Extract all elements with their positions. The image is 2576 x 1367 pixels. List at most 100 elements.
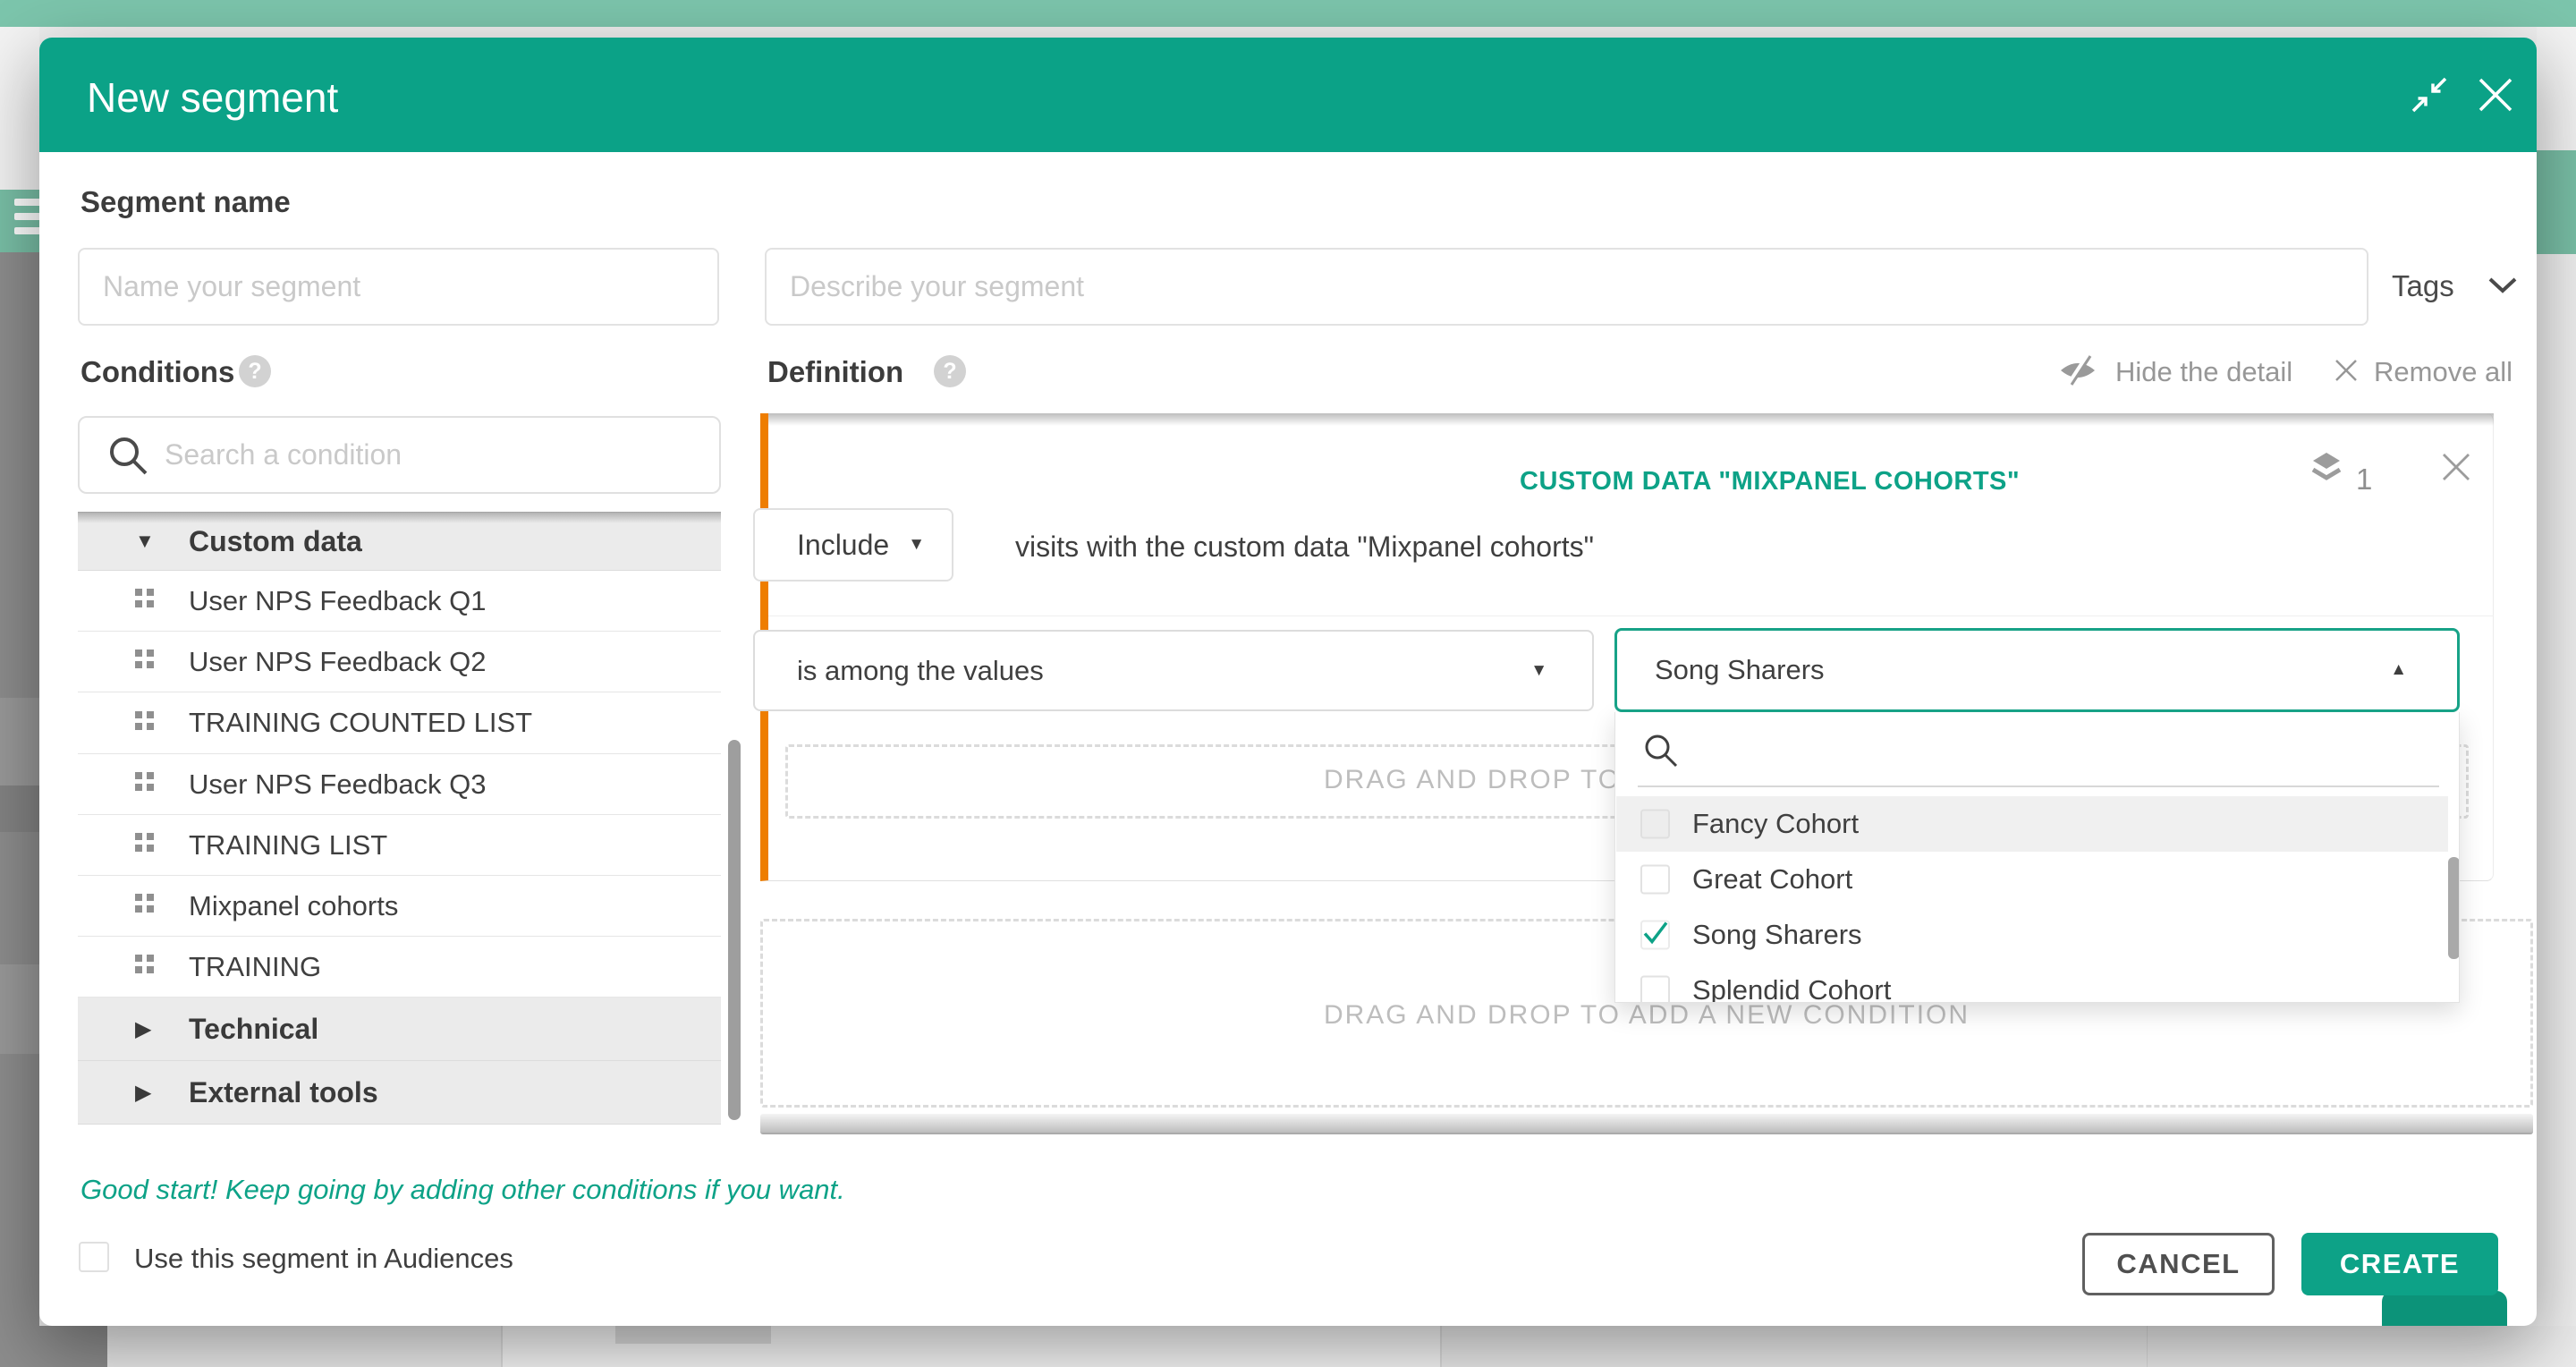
definition-title: Definition — [767, 355, 903, 389]
condition-search-box — [78, 416, 721, 494]
definition-help-icon[interactable]: ? — [934, 355, 966, 387]
triangle-down-icon: ▼ — [1530, 661, 1547, 681]
dialog-header: New segment — [39, 38, 2537, 152]
bg-bottom-dark-block — [39, 1326, 107, 1367]
new-segment-dialog: New segment Segment name Tags Conditions… — [39, 38, 2537, 1326]
condition-search-input[interactable] — [165, 420, 715, 490]
hide-detail-label: Hide the detail — [2115, 356, 2292, 388]
cohort-option[interactable]: Song Sharers — [1616, 907, 2448, 963]
bg-right-teal-band — [2537, 150, 2576, 254]
chevron-down-icon — [2487, 274, 2519, 300]
condition-item-label: TRAINING — [189, 951, 321, 983]
drag-handle-icon[interactable] — [135, 772, 155, 796]
group-label: Custom data — [189, 525, 362, 558]
drag-handle-icon[interactable] — [135, 833, 155, 857]
cohort-option-label: Fancy Cohort — [1692, 808, 1859, 840]
operator-label: is among the values — [797, 655, 1044, 687]
remove-all-x-icon — [2334, 359, 2358, 386]
condition-item[interactable]: User NPS Feedback Q3 — [78, 754, 721, 815]
eye-off-icon — [2058, 355, 2097, 390]
dropdown-search-divider — [1638, 785, 2439, 787]
drag-handle-icon[interactable] — [135, 711, 155, 735]
audiences-checkbox-label: Use this segment in Audiences — [134, 1243, 513, 1275]
include-dropdown[interactable]: Include ▼ — [753, 508, 953, 582]
search-icon — [1642, 732, 1680, 774]
cohort-option[interactable]: Fancy Cohort — [1616, 796, 2448, 852]
create-button-underlay — [2382, 1291, 2507, 1326]
conditions-title: Conditions — [80, 355, 234, 389]
condition-item[interactable]: Mixpanel cohorts — [78, 876, 721, 937]
bg-left-band-2 — [0, 785, 39, 832]
bg-left-band-1 — [0, 698, 39, 785]
group-technical[interactable]: ▶ Technical — [78, 998, 721, 1061]
condition-item[interactable]: TRAINING — [78, 937, 721, 998]
condition-item[interactable]: User NPS Feedback Q2 — [78, 632, 721, 692]
triangle-down-icon: ▼ — [135, 530, 155, 553]
remove-all-label: Remove all — [2374, 356, 2512, 388]
collapse-icon[interactable] — [2410, 75, 2449, 115]
condition-item[interactable]: User NPS Feedback Q1 — [78, 571, 721, 632]
hide-detail-button[interactable]: Hide the detail — [2058, 352, 2292, 392]
triangle-down-icon: ▼ — [908, 535, 925, 555]
condition-count-badge: 1 — [2356, 463, 2372, 497]
conditions-help-icon[interactable]: ? — [239, 355, 271, 387]
audiences-checkbox[interactable] — [79, 1242, 109, 1272]
segment-name-label: Segment name — [80, 185, 291, 219]
search-icon — [106, 434, 151, 483]
drag-handle-icon[interactable] — [135, 894, 155, 918]
group-label: Technical — [189, 1013, 318, 1046]
operator-select[interactable]: is among the values ▼ — [753, 630, 1594, 711]
bg-left-band-3 — [0, 964, 39, 1054]
card-close-icon[interactable] — [2440, 451, 2472, 483]
condition-item-label: User NPS Feedback Q3 — [189, 768, 487, 801]
create-button[interactable]: CREATE — [2301, 1233, 2498, 1295]
bg-bottom-tab — [615, 1326, 771, 1344]
bg-bottom-strip — [39, 1326, 2576, 1367]
checkbox-unchecked[interactable] — [1640, 976, 1670, 1004]
condition-item[interactable]: TRAINING LIST — [78, 815, 721, 876]
card-top-shadow — [768, 413, 2494, 426]
cohort-option-label: Splendid Cohort — [1692, 974, 1891, 1003]
bg-right-light-top — [2537, 27, 2576, 150]
bg-left-light — [0, 27, 39, 190]
card-title: CUSTOM DATA "MIXPANEL COHORTS" — [1520, 467, 2020, 497]
include-label: Include — [797, 529, 889, 562]
hint-text: Good start! Keep going by adding other c… — [80, 1174, 845, 1206]
tags-label: Tags — [2392, 269, 2454, 303]
bg-bottom-divider — [2147, 1326, 2148, 1367]
cohort-option[interactable]: Great Cohort — [1616, 852, 2448, 907]
cohort-option-label: Song Sharers — [1692, 919, 1862, 951]
cohort-option[interactable]: Splendid Cohort — [1616, 963, 2448, 1003]
list-top-shadow — [78, 512, 721, 523]
drag-handle-icon[interactable] — [135, 955, 155, 979]
close-icon[interactable] — [2475, 74, 2516, 115]
dialog-title: New segment — [87, 73, 338, 122]
cohort-dropdown-panel: Fancy Cohort Great Cohort Song Sharers S… — [1614, 712, 2460, 1003]
value-combobox[interactable]: Song Sharers ▲ — [1614, 628, 2460, 712]
segment-name-input[interactable] — [78, 248, 719, 326]
checkbox-unchecked[interactable] — [1640, 865, 1670, 895]
condition-item[interactable]: TRAINING COUNTED LIST — [78, 692, 721, 754]
conditions-scrollbar[interactable] — [728, 740, 741, 1120]
bg-right-light — [2537, 254, 2576, 1367]
cohort-option-label: Great Cohort — [1692, 863, 1852, 896]
drag-handle-icon[interactable] — [135, 650, 155, 674]
triangle-right-icon: ▶ — [135, 1080, 151, 1106]
triangle-up-icon: ▲ — [2390, 660, 2407, 680]
cancel-button[interactable]: CANCEL — [2082, 1233, 2275, 1295]
condition-item-label: TRAINING LIST — [189, 829, 387, 862]
bg-top-strip — [0, 0, 2576, 27]
group-external-tools[interactable]: ▶ External tools — [78, 1061, 721, 1125]
drag-handle-icon[interactable] — [135, 589, 155, 613]
checkbox-unchecked[interactable] — [1640, 810, 1670, 839]
definition-horizontal-scrollbar[interactable] — [760, 1114, 2533, 1134]
checkbox-checked[interactable] — [1640, 921, 1670, 950]
tags-dropdown[interactable]: Tags — [2392, 263, 2519, 310]
conditions-list: ▼ Custom data User NPS Feedback Q1 User … — [78, 504, 721, 1125]
cohort-search-input[interactable] — [1696, 723, 2411, 778]
condition-item-label: User NPS Feedback Q2 — [189, 646, 487, 678]
group-label: External tools — [189, 1076, 378, 1109]
remove-all-button[interactable]: Remove all — [2334, 352, 2512, 392]
dropdown-scrollbar[interactable] — [2448, 857, 2460, 959]
segment-description-input[interactable] — [765, 248, 2368, 326]
